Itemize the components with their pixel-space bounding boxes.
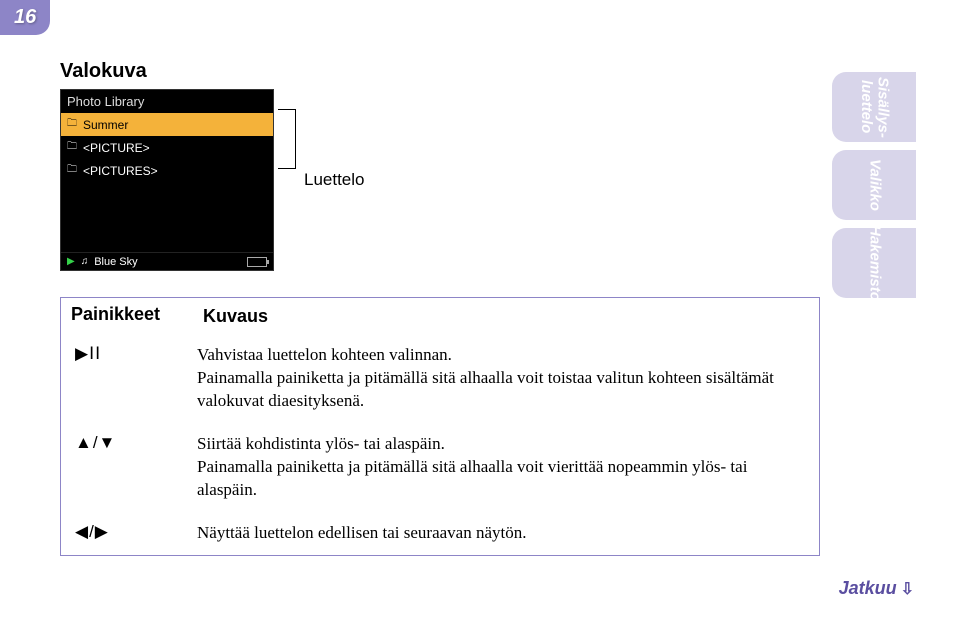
folder-icon: 🗀: [67, 162, 79, 179]
side-tab-label: Valikko: [866, 159, 883, 211]
list-item-label: <PICTURE>: [83, 141, 150, 155]
buttons-table: Painikkeet Kuvaus ▶ⅠⅠ Vahvistaa luettelo…: [60, 297, 820, 556]
side-tab-label: Hakemisto: [866, 225, 883, 301]
table-cell-text: Vahvistaa luettelon kohteen valinnan.Pai…: [193, 334, 819, 423]
list-item-label: <PICTURES>: [83, 164, 158, 178]
side-tab-index[interactable]: Hakemisto: [832, 228, 916, 298]
status-track: Blue Sky: [94, 256, 137, 268]
bracket-label: Luettelo: [304, 170, 365, 190]
side-tab-menu[interactable]: Valikko: [832, 150, 916, 220]
list-item-label: Summer: [83, 118, 128, 132]
up-down-icon: ▲/▼: [75, 433, 116, 453]
list-item: 🗀 <PICTURE>: [61, 136, 273, 159]
play-pause-icon: ▶ⅠⅠ: [75, 344, 101, 364]
folder-icon: 🗀: [67, 139, 79, 156]
page-number: 16: [0, 0, 50, 35]
table-header-description: Kuvaus: [193, 298, 819, 334]
folder-icon: 🗀: [67, 116, 79, 133]
battery-icon: [247, 257, 267, 267]
side-tab-label: Sisällys-luettelo: [858, 77, 891, 138]
screenshot-list: 🗀 Summer 🗀 <PICTURE> 🗀 <PICTURES>: [61, 113, 273, 252]
device-screenshot: Photo Library 🗀 Summer 🗀 <PICTURE> 🗀: [60, 89, 274, 271]
bracket: [278, 109, 296, 169]
table-header-buttons: Painikkeet: [61, 298, 193, 334]
list-item: 🗀 Summer: [61, 113, 273, 136]
arrow-down-icon: ⇩: [901, 579, 914, 599]
table-row: ◀/▶ Näyttää luettelon edellisen tai seur…: [61, 512, 819, 555]
note-icon: ♫: [81, 256, 89, 267]
table-cell-text: Siirtää kohdistinta ylös- tai alaspäin.P…: [193, 423, 819, 512]
table-cell-text: Näyttää luettelon edellisen tai seuraava…: [193, 512, 819, 555]
list-item: 🗀 <PICTURES>: [61, 159, 273, 182]
left-right-icon: ◀/▶: [75, 522, 109, 542]
continue-indicator: Jatkuu ⇩: [839, 578, 914, 599]
table-header-row: Painikkeet Kuvaus: [61, 298, 819, 334]
section-title: Valokuva: [60, 60, 820, 83]
play-icon: ▶: [67, 256, 75, 267]
screenshot-title: Photo Library: [61, 90, 273, 113]
table-row: ▲/▼ Siirtää kohdistinta ylös- tai alaspä…: [61, 423, 819, 512]
screenshot-statusbar: ▶ ♫ Blue Sky: [61, 252, 273, 270]
table-row: ▶ⅠⅠ Vahvistaa luettelon kohteen valinnan…: [61, 334, 819, 423]
continue-label: Jatkuu: [839, 578, 897, 599]
side-tab-contents[interactable]: Sisällys-luettelo: [832, 72, 916, 142]
